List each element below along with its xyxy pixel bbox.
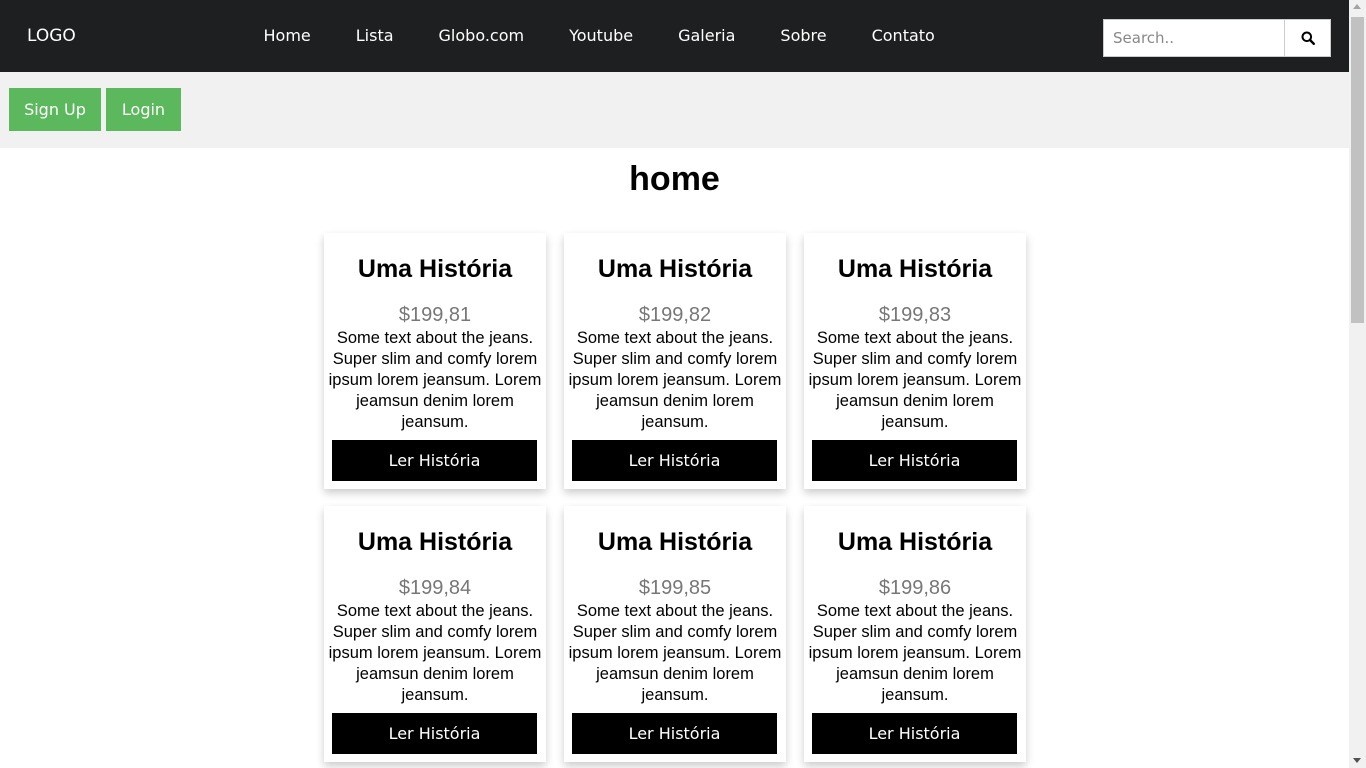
read-story-button[interactable]: Ler História	[332, 440, 537, 481]
scroll-down-arrow-icon[interactable]	[1353, 758, 1361, 763]
story-card: Uma História $199,82 Some text about the…	[564, 233, 786, 489]
read-story-button[interactable]: Ler História	[812, 713, 1017, 754]
search-icon	[1301, 31, 1315, 45]
story-card: Uma História $199,86 Some text about the…	[804, 506, 1026, 762]
card-description: Some text about the jeans. Super slim an…	[808, 602, 1022, 704]
nav-link-lista[interactable]: Lista	[333, 0, 416, 72]
vertical-scrollbar[interactable]	[1349, 0, 1366, 768]
signup-button[interactable]: Sign Up	[9, 88, 101, 131]
card-title: Uma História	[837, 255, 993, 283]
nav-link-youtube[interactable]: Youtube	[547, 0, 656, 72]
card-price: $199,81	[398, 304, 472, 326]
card-price: $199,82	[638, 304, 712, 326]
scrollbar-thumb[interactable]	[1351, 17, 1364, 323]
nav-link-sobre[interactable]: Sobre	[758, 0, 849, 72]
nav-links: Home Lista Globo.com Youtube Galeria Sob…	[241, 0, 957, 72]
nav-link-galeria[interactable]: Galeria	[656, 0, 758, 72]
story-card: Uma História $199,85 Some text about the…	[564, 506, 786, 762]
card-description: Some text about the jeans. Super slim an…	[328, 602, 542, 704]
logo[interactable]: LOGO	[27, 26, 76, 46]
search-form	[1103, 19, 1331, 57]
login-button[interactable]: Login	[106, 88, 181, 131]
card-title: Uma História	[357, 255, 513, 283]
card-price: $199,83	[878, 304, 952, 326]
scroll-up-arrow-icon[interactable]	[1353, 4, 1361, 9]
read-story-button[interactable]: Ler História	[332, 713, 537, 754]
read-story-button[interactable]: Ler História	[572, 440, 777, 481]
story-card: Uma História $199,83 Some text about the…	[804, 233, 1026, 489]
card-price: $199,85	[638, 577, 712, 599]
card-price: $199,86	[878, 577, 952, 599]
card-description: Some text about the jeans. Super slim an…	[808, 329, 1022, 431]
search-input[interactable]	[1103, 19, 1285, 57]
card-title: Uma História	[597, 528, 753, 556]
search-button[interactable]	[1285, 19, 1331, 57]
card-price: $199,84	[398, 577, 472, 599]
auth-bar: Sign Up Login	[0, 72, 1349, 148]
nav-link-globo[interactable]: Globo.com	[416, 0, 547, 72]
page-title: home	[629, 160, 720, 198]
nav-link-contato[interactable]: Contato	[849, 0, 957, 72]
story-card: Uma História $199,81 Some text about the…	[324, 233, 546, 489]
card-description: Some text about the jeans. Super slim an…	[568, 329, 782, 431]
card-title: Uma História	[597, 255, 753, 283]
top-navbar: LOGO Home Lista Globo.com Youtube Galeri…	[0, 0, 1349, 72]
card-title: Uma História	[357, 528, 513, 556]
read-story-button[interactable]: Ler História	[572, 713, 777, 754]
read-story-button[interactable]: Ler História	[812, 440, 1017, 481]
card-title: Uma História	[837, 528, 993, 556]
story-card: Uma História $199,84 Some text about the…	[324, 506, 546, 762]
card-description: Some text about the jeans. Super slim an…	[328, 329, 542, 431]
card-description: Some text about the jeans. Super slim an…	[568, 602, 782, 704]
nav-link-home[interactable]: Home	[241, 0, 333, 72]
